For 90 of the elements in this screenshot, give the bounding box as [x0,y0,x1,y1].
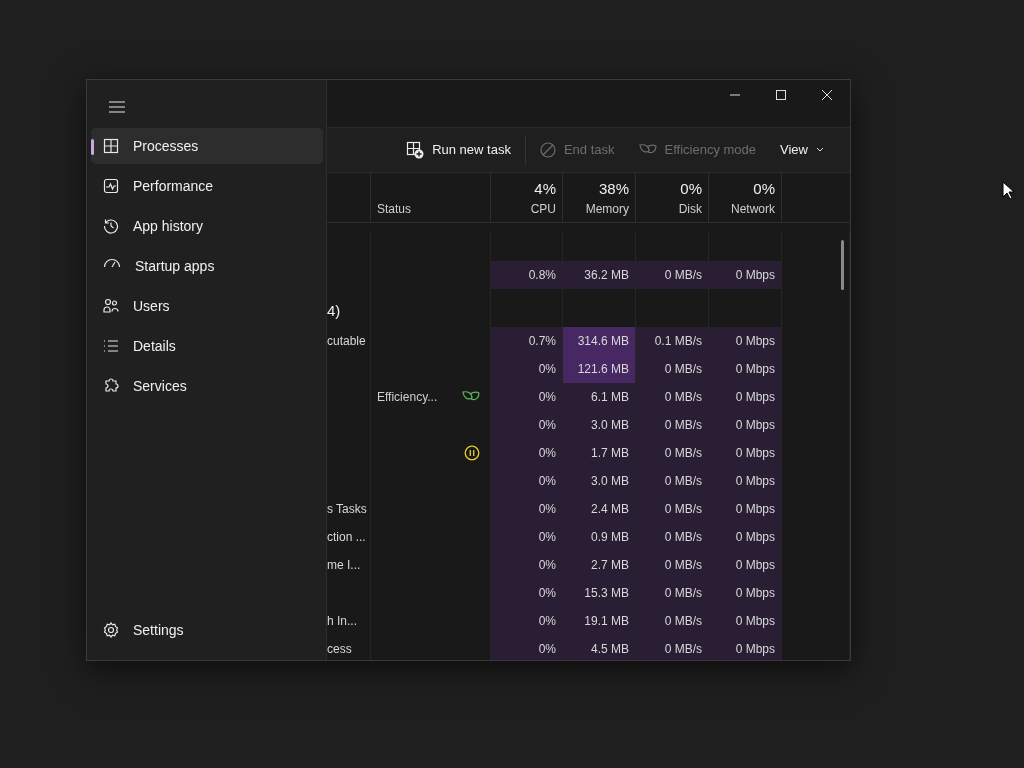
table-cell: 0 MB/s [636,261,709,289]
table-cell: 3.0 MB [563,467,636,495]
nav-item[interactable]: Processes [91,128,323,164]
nav-item[interactable]: Users [91,288,323,324]
table-cell: 0 Mbps [709,635,782,660]
table-cell: 0 Mbps [709,579,782,607]
prohibited-icon [539,142,556,158]
table-cell: 0 Mbps [709,495,782,523]
table-cell: 0 MB/s [636,635,709,660]
scrollbar-thumb[interactable] [841,240,844,290]
column-header[interactable]: 38% Memory [563,173,636,222]
table-cell: 0 MB/s [636,411,709,439]
nav-item[interactable]: Details [91,328,323,364]
mouse-cursor-icon [1002,181,1014,200]
caret-icon [816,147,824,153]
table-cell: 36.2 MB [563,261,636,289]
table-cell: 0% [491,551,563,579]
table-cell: 3.0 MB [563,411,636,439]
table-cell: 121.6 MB [563,355,636,383]
maximize-icon [775,89,787,101]
column-header[interactable]: Status [371,173,491,222]
table-cell: 0% [491,411,563,439]
grid-icon [103,138,119,154]
puzzle-icon [103,378,119,394]
table-cell: 0 MB/s [636,383,709,411]
table-cell: 0% [491,383,563,411]
process-name: me I... [327,557,361,574]
table-cell: 0 Mbps [709,411,782,439]
table-cell: 0 Mbps [709,467,782,495]
table-cell: 0 MB/s [636,579,709,607]
table-cell: 6.1 MB [563,383,636,411]
view-menu-button[interactable]: View [770,134,834,166]
table-cell: 0.1 MB/s [636,327,709,355]
table-cell: 0 Mbps [709,523,782,551]
table-cell: 0% [491,635,563,660]
table-cell: 4.5 MB [563,635,636,660]
settings-button[interactable]: Settings [91,612,323,648]
table-cell: 0 Mbps [709,607,782,635]
table-cell: 0 MB/s [636,495,709,523]
table-cell: 0.9 MB [563,523,636,551]
process-name: s Tasks [327,501,367,518]
status-text: Efficiency... [377,389,438,406]
table-cell: 2.7 MB [563,551,636,579]
table-cell: 0 Mbps [709,261,782,289]
table-cell: 0% [491,523,563,551]
history-icon [103,218,119,234]
table-cell: 2.4 MB [563,495,636,523]
menu-icon [109,101,125,113]
table-cell: 1.7 MB [563,439,636,467]
column-header[interactable]: 4% CPU [491,173,563,222]
table-cell: 0% [491,607,563,635]
table-cell: 314.6 MB [563,327,636,355]
new-task-icon [406,141,425,159]
process-name: h In... [327,613,358,630]
toolbar-button[interactable]: Run new task [396,134,521,166]
table-cell: 0 Mbps [709,383,782,411]
table-cell: 0 MB/s [636,607,709,635]
table-cell: 0 MB/s [636,439,709,467]
table-cell: 0% [491,355,563,383]
table-cell: 15.3 MB [563,579,636,607]
process-name: cess [327,641,352,658]
table-cell: 0 Mbps [709,551,782,579]
settings-icon [103,622,119,638]
column-header[interactable]: 0% Disk [636,173,709,222]
nav-item[interactable]: Performance [91,168,323,204]
table-cell: 0 MB/s [636,467,709,495]
table-cell: 0 MB/s [636,551,709,579]
table-cell: 0 Mbps [709,355,782,383]
process-name: cutable [327,333,366,350]
group-heading: 4) [327,300,341,321]
table-cell: 0 MB/s [636,355,709,383]
table-cell: 0% [491,579,563,607]
table-cell: 0 Mbps [709,439,782,467]
table-cell: 0% [491,495,563,523]
table-cell: 0% [491,439,563,467]
nav-item[interactable]: App history [91,208,323,244]
nav-item[interactable]: Services [91,368,323,404]
table-cell: 0 MB/s [636,523,709,551]
table-cell: 0% [491,467,563,495]
table-cell: 0 Mbps [709,327,782,355]
table-cell: 0.7% [491,327,563,355]
process-name: ction ... [327,529,366,546]
table-cell: 0.8% [491,261,563,289]
nav-item[interactable]: Startup apps [91,248,323,284]
users-icon [103,298,119,314]
pulse-icon [103,178,119,194]
close-icon [821,89,833,101]
table-cell: 19.1 MB [563,607,636,635]
list-icon [103,338,119,354]
column-header[interactable]: 0% Network [709,173,782,222]
